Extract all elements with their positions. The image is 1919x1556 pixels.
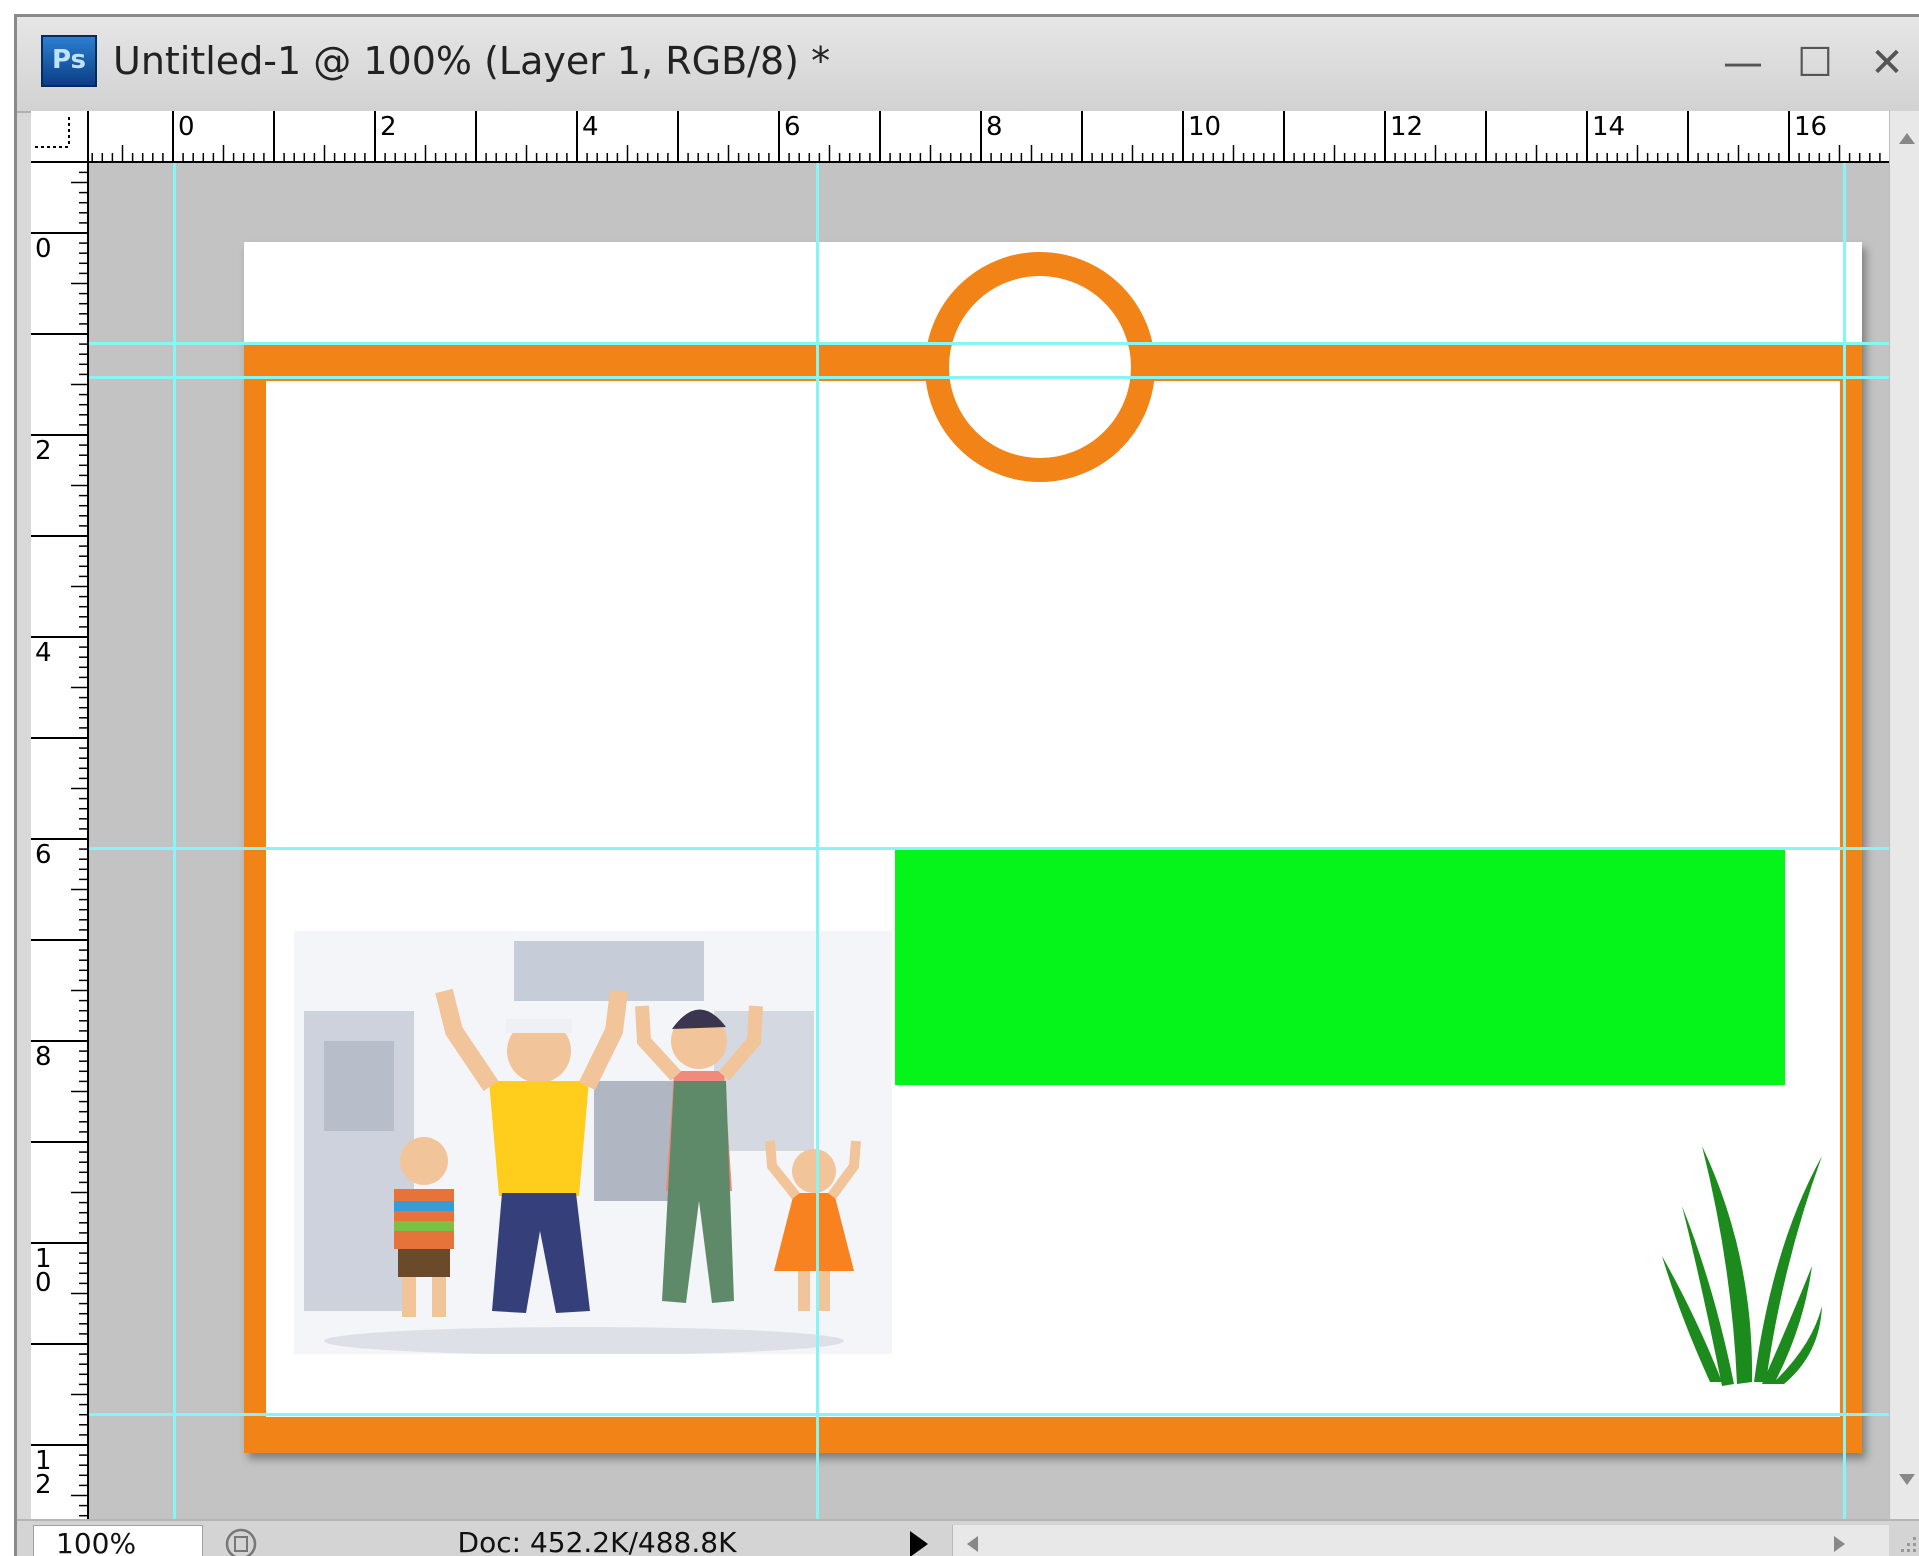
document-title: Untitled-1 @ 100% (Layer 1, RGB/8) * (113, 39, 831, 83)
green-rectangle[interactable] (895, 848, 1785, 1085)
scroll-left-arrow-icon[interactable] (965, 1535, 979, 1553)
ruler-label: 6 (784, 112, 801, 142)
ruler-label: 16 (1794, 112, 1827, 142)
title-bar[interactable]: Ps Untitled-1 @ 100% (Layer 1, RGB/8) * … (17, 17, 1919, 113)
family-illustration[interactable] (294, 931, 892, 1354)
canvas-area[interactable] (89, 163, 1889, 1519)
horizontal-ruler-ticks: 0 2 4 6 8 10 12 14 16 (91, 111, 1881, 161)
photoshop-logo-icon: Ps (41, 35, 97, 87)
ruler-label: 2 (35, 1470, 52, 1500)
guide-vertical[interactable] (816, 163, 819, 1519)
horizontal-scrollbar[interactable] (952, 1525, 1889, 1556)
minimize-button[interactable]: — (1713, 35, 1773, 91)
vertical-ruler-ticks: 024681012 (31, 171, 87, 1517)
orange-circle[interactable] (925, 252, 1155, 482)
ruler-origin-icon (35, 117, 70, 148)
ruler-label: 2 (35, 436, 52, 466)
ruler-label: 2 (380, 112, 397, 142)
guide-horizontal[interactable] (89, 847, 1889, 850)
vertical-ruler[interactable]: 024681012 (31, 163, 89, 1519)
ruler-label: 0 (35, 1268, 52, 1298)
guide-horizontal[interactable] (89, 376, 1889, 379)
zoom-level-field[interactable]: 100% (33, 1525, 203, 1556)
close-button[interactable]: ✕ (1857, 35, 1917, 91)
ruler-label: 0 (35, 234, 52, 264)
ruler-label: 8 (35, 1042, 52, 1072)
play-triangle-icon[interactable] (907, 1529, 931, 1556)
ruler-label: 10 (1188, 112, 1221, 142)
scroll-right-arrow-icon[interactable] (1833, 1535, 1847, 1553)
scroll-down-arrow-icon[interactable] (1898, 1473, 1916, 1487)
scroll-up-arrow-icon[interactable] (1898, 131, 1916, 145)
status-bar: 100% Doc: 452.2K/488.8K (17, 1519, 1919, 1556)
horizontal-ruler[interactable]: 0 2 4 6 8 10 12 14 16 (89, 111, 1889, 163)
guide-vertical[interactable] (1843, 163, 1846, 1519)
ruler-label: 8 (986, 112, 1003, 142)
orange-frame-left[interactable] (244, 345, 266, 1453)
orange-frame-bottom[interactable] (244, 1417, 1862, 1453)
document-size-info: Doc: 452.2K/488.8K (457, 1526, 737, 1556)
document-window: Ps Untitled-1 @ 100% (Layer 1, RGB/8) * … (14, 14, 1919, 1556)
vertical-scrollbar[interactable] (1889, 111, 1919, 1519)
ruler-label: 6 (35, 840, 52, 870)
maximize-button[interactable]: ☐ (1785, 35, 1845, 91)
resize-grip-icon[interactable] (1889, 1519, 1919, 1556)
ruler-origin-corner[interactable] (31, 111, 89, 163)
guide-horizontal[interactable] (89, 342, 1889, 345)
guide-vertical[interactable] (173, 163, 176, 1519)
ruler-label: 12 (1390, 112, 1423, 142)
ruler-label: 14 (1592, 112, 1625, 142)
ruler-label: 0 (178, 112, 195, 142)
guide-horizontal[interactable] (89, 1413, 1889, 1416)
status-info-icon[interactable] (221, 1527, 261, 1556)
ruler-label: 4 (35, 638, 52, 668)
grass-clipart[interactable] (1662, 1146, 1832, 1386)
ruler-label: 4 (582, 112, 599, 142)
